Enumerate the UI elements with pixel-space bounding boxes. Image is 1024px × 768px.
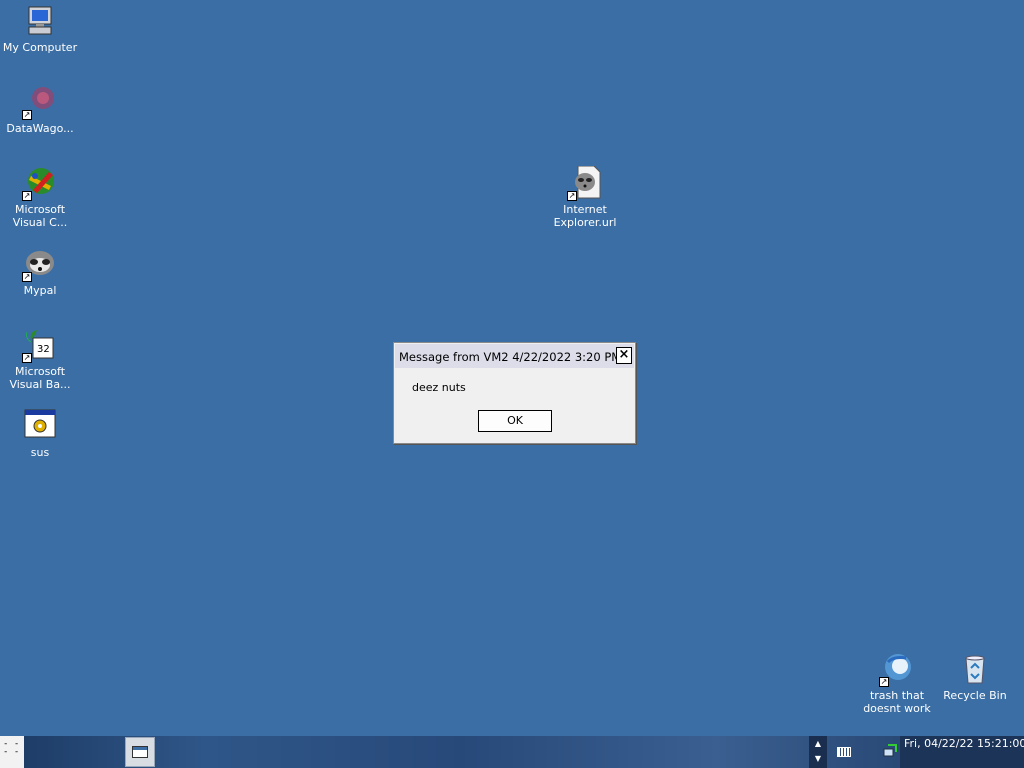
desktop: My Computer ↗ DataWago... ↗ Microsoft Vi…: [0, 0, 1024, 736]
close-button[interactable]: ×: [616, 347, 632, 364]
dialog-titlebar[interactable]: Message from VM2 4/22/2022 3:20 PM ×: [395, 344, 634, 368]
icon-label: sus: [30, 446, 50, 459]
icon-label: Recycle Bin: [943, 689, 1007, 702]
window-icon: [132, 746, 148, 758]
desktop-icon-sus[interactable]: sus: [0, 409, 80, 459]
icon-label: trash that doesnt work: [863, 689, 931, 715]
visual-cpp-icon: ↗: [22, 166, 57, 201]
start-button[interactable]: - - - -: [0, 736, 24, 768]
icon-label: Mypal: [23, 284, 57, 297]
svg-text:32: 32: [37, 344, 50, 355]
globe-shortcut-icon: ↗: [879, 652, 914, 687]
desktop-icon-recycle-bin[interactable]: Recycle Bin: [935, 652, 1015, 702]
shortcut-arrow-icon: ↗: [567, 191, 577, 201]
scroll-up-icon[interactable]: ▲: [809, 736, 827, 751]
shortcut-arrow-icon: ↗: [22, 272, 32, 282]
desktop-icon-visual-basic[interactable]: 32 ↗ Microsoft Visual Ba...: [0, 328, 80, 391]
dialog-message: deez nuts: [412, 381, 466, 394]
taskbar-window-button[interactable]: [125, 737, 155, 767]
icon-label: My Computer: [2, 41, 78, 54]
desktop-icon-trash-shortcut[interactable]: ↗ trash that doesnt work: [857, 652, 937, 715]
clock[interactable]: Fri, 04/22/22 15:21:00: [900, 736, 1024, 768]
computer-icon: [23, 4, 57, 38]
keyboard-icon[interactable]: [837, 747, 851, 757]
recycle-bin-icon: [958, 652, 992, 686]
desktop-icon-mypal[interactable]: ↗ Mypal: [0, 247, 80, 297]
shortcut-arrow-icon: ↗: [22, 110, 32, 120]
desktop-icon-visual-cpp[interactable]: ↗ Microsoft Visual C...: [0, 166, 80, 229]
shortcut-arrow-icon: ↗: [879, 677, 889, 687]
icon-label: Microsoft Visual C...: [12, 203, 68, 229]
taskbar-scroll[interactable]: ▲ ▼: [809, 736, 827, 768]
desktop-icon-my-computer[interactable]: My Computer: [0, 4, 80, 54]
shortcut-arrow-icon: ↗: [22, 353, 32, 363]
desktop-icon-internet-explorer-url[interactable]: ↗ Internet Explorer.url: [545, 165, 625, 229]
shortcut-arrow-icon: ↗: [22, 191, 32, 201]
datawagon-icon: ↗: [22, 85, 57, 120]
message-dialog[interactable]: Message from VM2 4/22/2022 3:20 PM × dee…: [393, 342, 636, 444]
taskbar: - - - - ▲ ▼ Fri, 04/22/22 15:21:00: [0, 736, 1024, 768]
dialog-title: Message from VM2 4/22/2022 3:20 PM: [399, 350, 622, 364]
start-glyph: - - - -: [3, 739, 20, 757]
scroll-down-icon[interactable]: ▼: [809, 751, 827, 766]
icon-label: DataWago...: [6, 122, 74, 135]
network-icon[interactable]: [882, 743, 898, 759]
program-icon: [23, 409, 57, 443]
ok-button[interactable]: OK: [478, 410, 552, 432]
url-file-icon: ↗: [567, 165, 602, 201]
desktop-icon-datawagon[interactable]: ↗ DataWago...: [0, 85, 80, 135]
icon-label: Microsoft Visual Ba...: [9, 365, 71, 391]
raccoon-icon: ↗: [22, 247, 57, 282]
visual-basic-icon: 32 ↗: [22, 328, 57, 363]
icon-label: Internet Explorer.url: [553, 203, 617, 229]
